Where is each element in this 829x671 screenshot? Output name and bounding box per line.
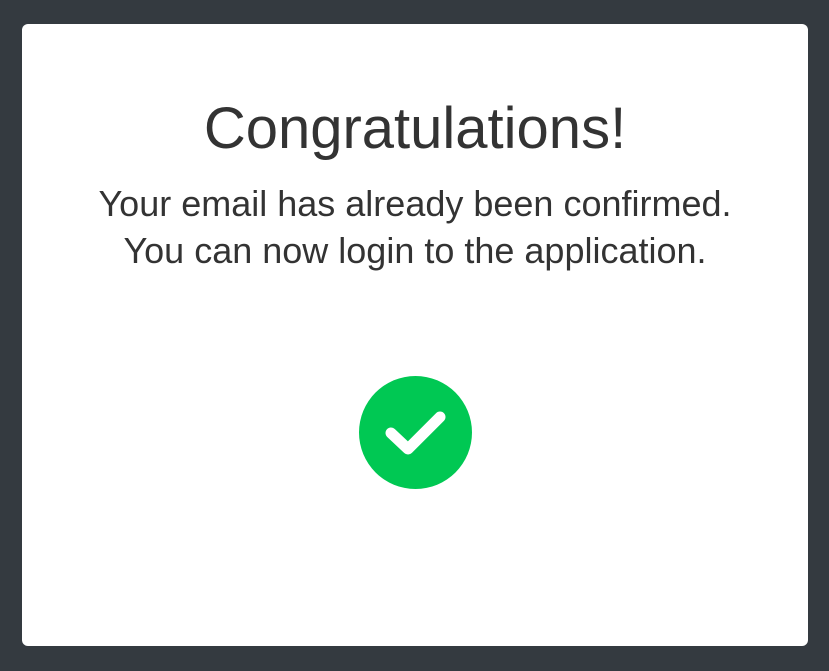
confirmation-card: Congratulations! Your email has already … [22, 24, 808, 646]
confirmation-message: Your email has already been confirmed. Y… [98, 183, 732, 271]
check-circle-icon [359, 376, 472, 489]
page-title: Congratulations! [203, 96, 627, 161]
